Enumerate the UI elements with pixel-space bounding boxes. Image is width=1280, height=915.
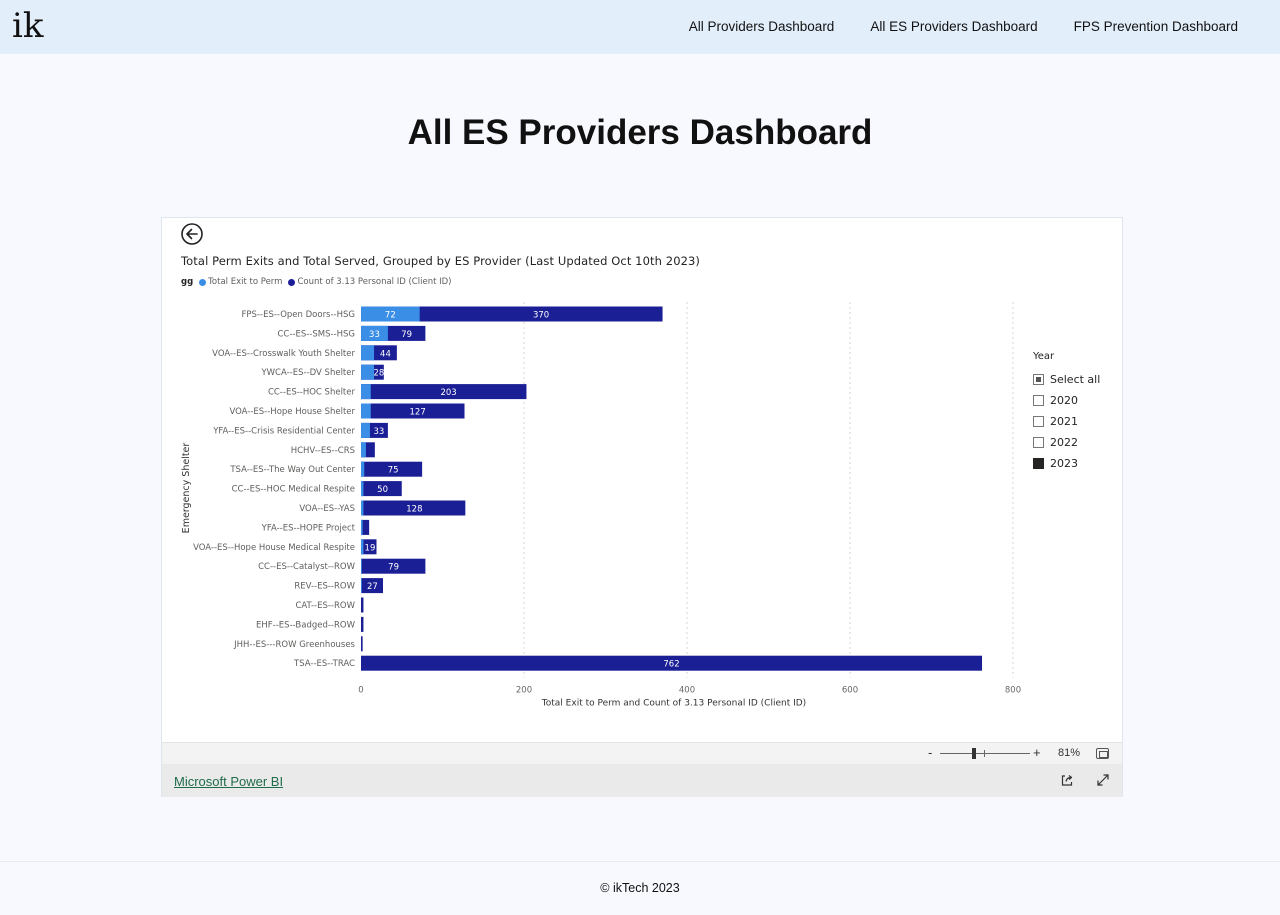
bar-exit-to-perm xyxy=(361,500,364,516)
bar-exit-to-perm xyxy=(361,481,364,497)
bar-exit-to-perm xyxy=(361,442,366,458)
data-label-client-count: 128 xyxy=(406,505,422,515)
y-category-label: YWCA--ES--DV Shelter xyxy=(260,368,355,378)
y-category-label: REV--ES--ROW xyxy=(294,582,355,592)
data-label-exit-to-perm: 72 xyxy=(385,311,396,321)
y-category-label: EHF--ES--Badged--ROW xyxy=(256,620,356,630)
powerbi-link[interactable]: Microsoft Power BI xyxy=(174,774,283,789)
bar-chart: 0 200 400 600 800 Total Exit to Perm and Coun… xyxy=(181,302,1021,709)
zoom-slider-track[interactable] xyxy=(940,753,1030,754)
checkbox-empty-icon xyxy=(1033,416,1044,427)
site-logo[interactable]: ik xyxy=(12,6,43,46)
y-category-label: TSA--ES--TRAC xyxy=(293,659,355,669)
checkbox-partial-icon xyxy=(1033,374,1044,385)
bar-exit-to-perm xyxy=(361,558,362,574)
bar-client-count xyxy=(361,636,363,652)
nav-all-providers[interactable]: All Providers Dashboard xyxy=(689,19,835,34)
y-category-label: JHH--ES---ROW Greenhouses xyxy=(233,640,355,650)
site-footer: © ikTech 2023 xyxy=(0,861,1280,915)
nav-links: All Providers Dashboard All ES Providers… xyxy=(689,19,1238,34)
y-category-label: VOA--ES--Crosswalk Youth Shelter xyxy=(212,349,355,359)
fit-to-page-icon[interactable] xyxy=(1096,748,1109,759)
top-navigation: ik All Providers Dashboard All ES Provid… xyxy=(0,0,1280,54)
bar-exit-to-perm xyxy=(361,345,375,361)
zoom-out-button[interactable]: - xyxy=(928,745,932,760)
checkbox-empty-icon xyxy=(1033,395,1044,406)
data-label-client-count: 19 xyxy=(365,543,376,553)
y-axis-title: Emergency Shelter xyxy=(181,443,192,534)
y-category-label: YFA--ES--HOPE Project xyxy=(261,523,356,533)
bar-exit-to-perm xyxy=(361,384,371,400)
data-label-client-count: 79 xyxy=(388,563,399,573)
data-label-client-count: 27 xyxy=(367,582,378,592)
slicer-option-label: 2020 xyxy=(1050,394,1078,407)
y-category-label: VOA--ES--Hope House Medical Respite xyxy=(193,543,355,553)
x-tick-label: 600 xyxy=(842,686,858,696)
bar-exit-to-perm xyxy=(361,364,375,380)
y-category-label: FPS--ES--Open Doors--HSG xyxy=(242,310,355,320)
y-category-label: CC--ES--HOC Shelter xyxy=(268,388,356,398)
slicer-option-label: 2022 xyxy=(1050,436,1078,449)
data-label-client-count: 127 xyxy=(410,408,426,418)
data-label-client-count: 50 xyxy=(377,485,388,495)
x-tick-label: 0 xyxy=(358,686,363,696)
zoom-in-button[interactable]: + xyxy=(1033,745,1041,760)
data-label-client-count: 79 xyxy=(401,330,412,340)
checkbox-empty-icon xyxy=(1033,437,1044,448)
slicer-option-label: Select all xyxy=(1050,373,1101,386)
data-label-exit-to-perm: 33 xyxy=(369,330,380,340)
bar-exit-to-perm xyxy=(361,422,370,438)
zoom-slider-tick xyxy=(984,750,985,757)
y-category-label: VOA--ES--Hope House Shelter xyxy=(229,407,355,417)
year-slicer: Year Select all 2020 2021 2022 2023 xyxy=(1033,351,1100,474)
x-tick-label: 200 xyxy=(516,686,532,696)
slicer-option-select-all[interactable]: Select all xyxy=(1033,369,1100,390)
x-tick-label: 800 xyxy=(1005,686,1021,696)
powerbi-footer: Microsoft Power BI xyxy=(162,764,1122,797)
slicer-title: Year xyxy=(1033,351,1055,362)
data-label-client-count: 33 xyxy=(374,427,385,437)
page-title: All ES Providers Dashboard xyxy=(407,113,873,152)
y-category-label: YFA--ES--Crisis Residential Center xyxy=(212,426,355,436)
bar-exit-to-perm xyxy=(361,461,365,477)
zoom-bar: - + 81% xyxy=(162,742,1122,764)
copyright-text: © ikTech 2023 xyxy=(600,881,680,895)
x-tick-label: 400 xyxy=(679,686,695,696)
bar-client-count xyxy=(361,597,364,613)
data-label-client-count: 762 xyxy=(663,660,679,670)
data-label-client-count: 203 xyxy=(440,388,456,398)
slicer-option-label: 2023 xyxy=(1050,457,1078,470)
slicer-option-2022[interactable]: 2022 xyxy=(1033,432,1100,453)
zoom-slider-thumb[interactable] xyxy=(972,748,976,759)
powerbi-embed: Total Perm Exits and Total Served, Group… xyxy=(161,217,1123,797)
zoom-level: 81% xyxy=(1058,747,1081,759)
share-icon[interactable] xyxy=(1060,773,1074,787)
y-category-label: HCHV--ES--CRS xyxy=(291,446,355,456)
bar-exit-to-perm xyxy=(361,519,363,535)
data-label-client-count: 44 xyxy=(380,349,391,359)
slicer-option-2021[interactable]: 2021 xyxy=(1033,411,1100,432)
y-category-label: CC--ES--Catalyst--ROW xyxy=(258,562,355,572)
nav-fps-prevention[interactable]: FPS Prevention Dashboard xyxy=(1074,19,1238,34)
data-label-client-count: 28 xyxy=(374,369,385,379)
bar-exit-to-perm xyxy=(361,403,371,419)
bar-exit-to-perm xyxy=(361,578,362,594)
y-category-label: VOA--ES--YAS xyxy=(299,504,355,514)
expand-icon[interactable] xyxy=(1096,773,1110,787)
x-axis-title: Total Exit to Perm and Count of 3.13 Per… xyxy=(541,699,806,709)
data-label-client-count: 75 xyxy=(388,466,399,476)
y-category-label: CC--ES--SMS--HSG xyxy=(277,329,355,339)
slicer-option-2020[interactable]: 2020 xyxy=(1033,390,1100,411)
slicer-option-label: 2021 xyxy=(1050,415,1078,428)
nav-all-es-providers[interactable]: All ES Providers Dashboard xyxy=(870,19,1037,34)
bar-exit-to-perm xyxy=(361,539,364,555)
y-category-label: TSA--ES--The Way Out Center xyxy=(229,465,355,475)
y-category-label: CC--ES--HOC Medical Respite xyxy=(232,485,355,495)
data-label-client-count: 370 xyxy=(533,311,549,321)
bar-client-count xyxy=(361,616,364,632)
slicer-option-2023[interactable]: 2023 xyxy=(1033,453,1100,474)
y-category-label: CAT--ES--ROW xyxy=(295,601,355,611)
checkbox-checked-icon xyxy=(1033,458,1044,469)
